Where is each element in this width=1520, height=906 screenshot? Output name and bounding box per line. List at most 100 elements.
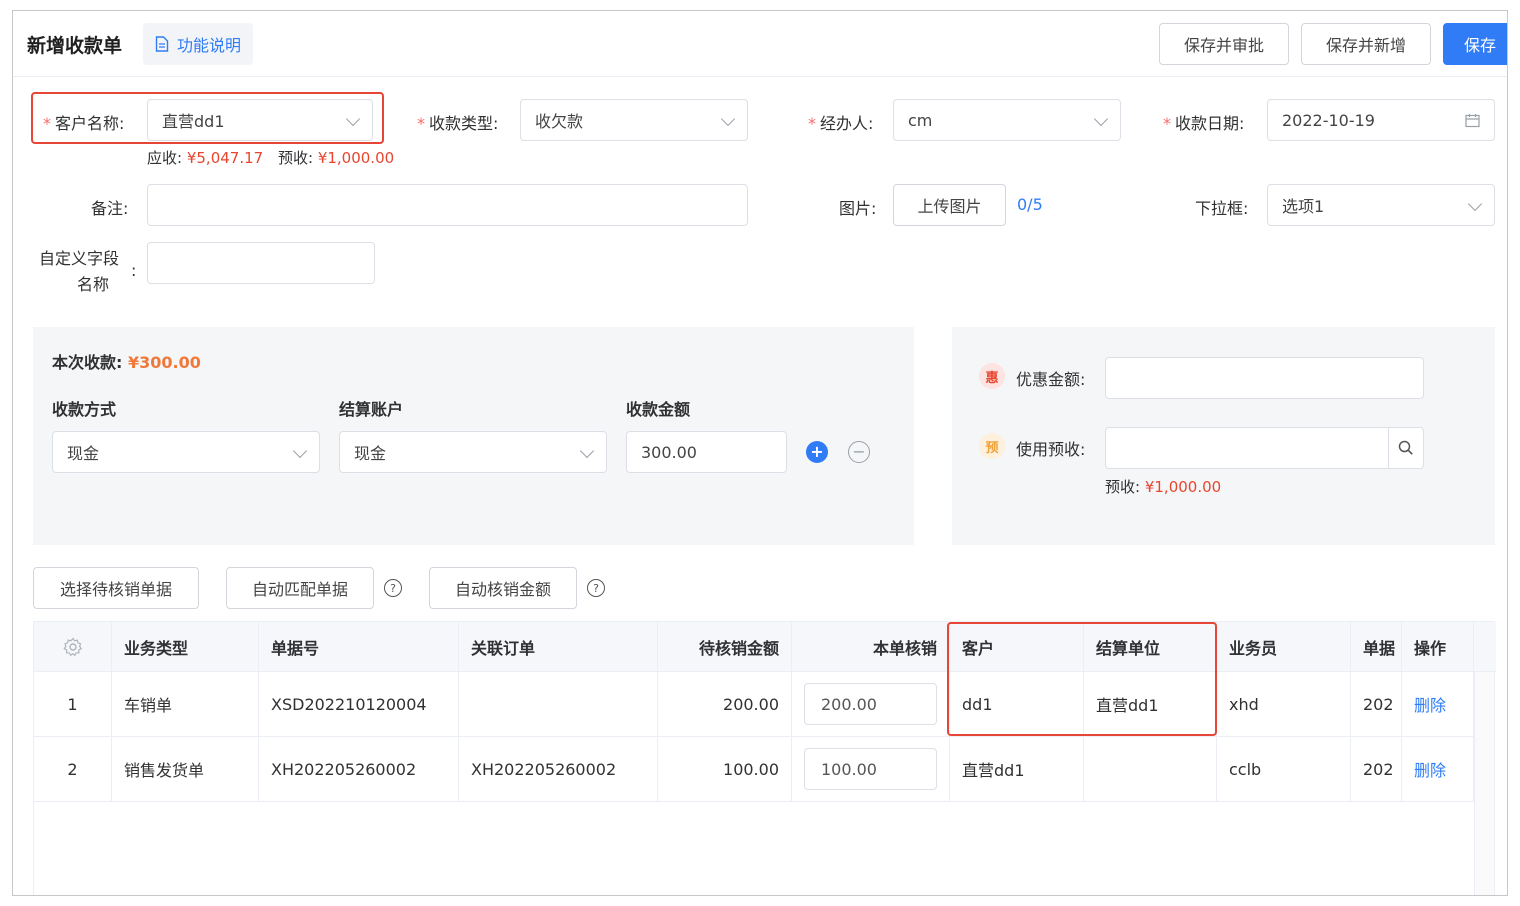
discount-amount-input[interactable]	[1105, 357, 1424, 399]
receivable-value: ¥5,047.17	[186, 149, 264, 167]
handler-value: cm	[908, 110, 933, 130]
th-writeoff: 本单核销	[792, 622, 950, 671]
required-mark: *	[43, 114, 51, 133]
settings-column[interactable]	[34, 622, 112, 671]
help-circle-icon[interactable]: ?	[587, 579, 605, 597]
add-row-icon[interactable]: +	[806, 441, 828, 463]
row-order	[459, 672, 658, 736]
this-payment-label: 本次收款:	[52, 353, 123, 372]
payment-amount-input[interactable]: 300.00	[626, 431, 787, 473]
dropdown-select[interactable]: 选项1	[1267, 184, 1495, 226]
settlement-account-select[interactable]: 现金	[339, 431, 607, 473]
use-prepaid-input[interactable]	[1105, 427, 1424, 469]
save-new-button[interactable]: 保存并新增	[1301, 23, 1431, 65]
row-writeoff-cell: 100.00	[792, 737, 950, 801]
prepaid-label: 预收:	[277, 149, 314, 167]
prepaid-note-label: 预收:	[1105, 478, 1141, 496]
help-label: 功能说明	[177, 36, 242, 55]
writeoff-input[interactable]: 100.00	[804, 748, 937, 790]
prepaid-note-value: ¥1,000.00	[1144, 478, 1222, 496]
row-salesman: xhd	[1217, 672, 1351, 736]
th-pending: 待核销金额	[658, 622, 792, 671]
customer-label: * 客户名称:	[43, 114, 125, 133]
upload-image-button[interactable]: 上传图片	[893, 184, 1006, 226]
row-customer: dd1	[950, 672, 1084, 736]
balance-info: 应收: ¥5,047.17 预收: ¥1,000.00	[147, 147, 394, 168]
custom-field-label: 自定义字段 名称	[39, 249, 120, 294]
this-payment-value: ¥300.00	[127, 353, 201, 372]
discount-icon: 惠	[979, 363, 1005, 389]
handler-label: * 经办人:	[808, 114, 874, 133]
this-payment: 本次收款: ¥300.00	[52, 349, 201, 373]
prepaid-icon: 预	[979, 433, 1005, 459]
save-button[interactable]: 保存	[1443, 23, 1507, 65]
amount-header: 收款金额	[626, 400, 691, 419]
table-row: 2 销售发货单 XH202205260002 XH202205260002 10…	[34, 737, 1474, 802]
custom-field-input[interactable]	[147, 242, 375, 284]
prepaid-note: 预收: ¥1,000.00	[1105, 476, 1221, 497]
chevron-down-icon	[720, 111, 736, 127]
search-button[interactable]	[1388, 428, 1423, 468]
row-order: XH202205260002	[459, 737, 658, 801]
search-icon	[1398, 440, 1413, 455]
row-doc-no: XSD202210120004	[259, 672, 459, 736]
row-salesman: cclb	[1217, 737, 1351, 801]
auto-match-button[interactable]: 自动匹配单据	[226, 567, 374, 609]
row-date: 202	[1351, 672, 1402, 736]
image-count: 0/5	[1017, 195, 1043, 214]
select-docs-button[interactable]: 选择待核销单据	[33, 567, 199, 609]
handler-select[interactable]: cm	[893, 99, 1121, 141]
collection-type-label: * 收款类型:	[417, 114, 499, 133]
date-label: * 收款日期:	[1163, 114, 1245, 133]
remark-input[interactable]	[147, 184, 748, 226]
auto-amount-button[interactable]: 自动核销金额	[429, 567, 577, 609]
save-approve-button[interactable]: 保存并审批	[1159, 23, 1289, 65]
customer-select[interactable]: 直营dd1	[147, 99, 373, 141]
row-pending: 100.00	[658, 737, 792, 801]
th-settle: 结算单位	[1084, 622, 1217, 671]
date-value: 2022-10-19	[1282, 110, 1375, 130]
th-order: 关联订单	[459, 622, 658, 671]
chevron-down-icon	[579, 443, 595, 459]
row-type: 车销单	[112, 672, 259, 736]
payment-panel: 本次收款: ¥300.00 收款方式 结算账户 收款金额 现金 现金 300.0…	[33, 327, 914, 545]
chevron-down-icon	[1093, 111, 1109, 127]
customer-value: 直营dd1	[162, 112, 225, 131]
receivable-label: 应收:	[147, 149, 183, 167]
method-header: 收款方式	[52, 400, 117, 419]
gear-icon	[62, 637, 82, 656]
date-picker[interactable]: 2022-10-19	[1267, 99, 1495, 141]
th-date: 单据	[1351, 622, 1402, 671]
th-type: 业务类型	[112, 622, 259, 671]
writeoff-input[interactable]: 200.00	[804, 683, 937, 725]
settlement-account-value: 现金	[354, 444, 387, 463]
required-mark: *	[808, 114, 816, 133]
discount-panel: 惠 优惠金额: 预 使用预收: 预收: ¥1,000.00	[952, 327, 1495, 545]
delete-link[interactable]: 删除	[1402, 672, 1474, 736]
table-scrollbar[interactable]	[1474, 672, 1494, 895]
calendar-icon	[1465, 114, 1480, 128]
row-index: 2	[34, 737, 112, 801]
dropdown-label: 下拉框:	[1195, 199, 1249, 218]
document-icon	[155, 36, 169, 52]
writeoff-table: 业务类型 单据号 关联订单 待核销金额 本单核销 客户 结算单位 业务员 单据 …	[33, 621, 1496, 895]
help-button[interactable]: 功能说明	[143, 23, 254, 65]
delete-link[interactable]: 删除	[1402, 737, 1474, 801]
use-prepaid-label: 使用预收:	[1016, 440, 1086, 459]
dropdown-value: 选项1	[1282, 197, 1325, 216]
table-row: 1 车销单 XSD202210120004 200.00 200.00 dd1 …	[34, 672, 1474, 737]
app-frame: 新增收款单 功能说明 保存并审批 保存并新增 保存 * 客户名称: 直营dd1 应…	[12, 10, 1508, 896]
collection-type-value: 收欠款	[535, 112, 584, 131]
row-date: 202	[1351, 737, 1402, 801]
help-circle-icon[interactable]: ?	[384, 579, 402, 597]
collection-type-select[interactable]: 收欠款	[520, 99, 748, 141]
row-index: 1	[34, 672, 112, 736]
page-title: 新增收款单	[27, 35, 123, 57]
th-doc-no: 单据号	[259, 622, 459, 671]
remove-row-icon[interactable]: −	[848, 441, 870, 463]
row-customer: 直营dd1	[950, 737, 1084, 801]
row-type: 销售发货单	[112, 737, 259, 801]
row-doc-no: XH202205260002	[259, 737, 459, 801]
payment-method-select[interactable]: 现金	[52, 431, 320, 473]
row-writeoff-cell: 200.00	[792, 672, 950, 736]
